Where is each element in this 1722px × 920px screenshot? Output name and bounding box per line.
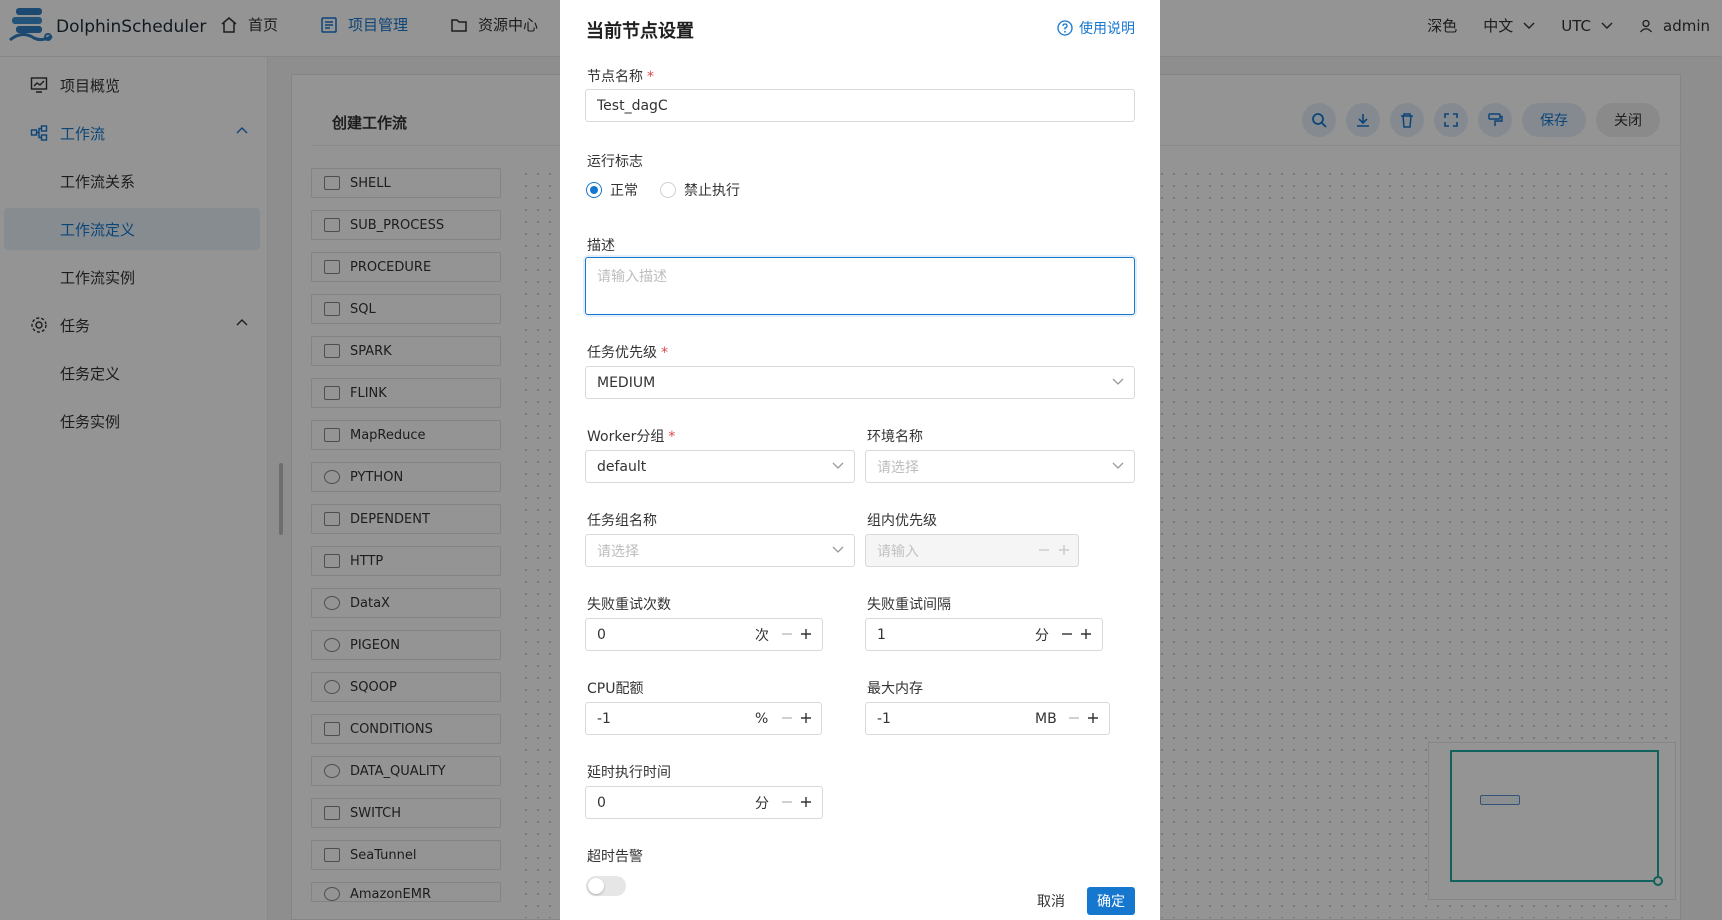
minus-icon[interactable] bbox=[1061, 628, 1073, 640]
delay-time-unit: 分 bbox=[755, 795, 769, 812]
max-memory-value: -1 bbox=[877, 710, 891, 727]
max-memory-label: 最大内存 bbox=[867, 681, 923, 697]
minus-icon[interactable] bbox=[1068, 712, 1080, 724]
question-circle-icon bbox=[1057, 20, 1073, 36]
cancel-button[interactable]: 取消 bbox=[1028, 887, 1074, 915]
run-flag-forbidden-label: 禁止执行 bbox=[684, 183, 740, 199]
group-priority-placeholder: 请输入 bbox=[877, 543, 919, 560]
plus-icon bbox=[1059, 545, 1069, 555]
group-priority-label: 组内优先级 bbox=[867, 513, 937, 529]
priority-label: 任务优先级 * bbox=[587, 345, 668, 361]
help-link-label: 使用说明 bbox=[1079, 21, 1135, 37]
plus-icon[interactable] bbox=[800, 796, 812, 808]
retry-interval-stepper[interactable]: 1 分 bbox=[865, 618, 1103, 651]
delay-time-stepper[interactable]: 0 分 bbox=[585, 786, 823, 819]
worker-group-value: default bbox=[597, 458, 647, 475]
task-group-placeholder: 请选择 bbox=[597, 543, 639, 560]
chevron-down-icon bbox=[832, 462, 844, 469]
node-name-input[interactable]: Test_dagC bbox=[585, 89, 1135, 122]
retry-interval-unit: 分 bbox=[1035, 627, 1049, 644]
run-flag-group: 正常 禁止执行 bbox=[586, 180, 740, 200]
chevron-down-icon bbox=[1112, 378, 1124, 385]
retry-times-value: 0 bbox=[597, 626, 606, 643]
worker-group-select[interactable]: default bbox=[585, 450, 855, 483]
description-textarea[interactable]: 请输入描述 bbox=[585, 257, 1135, 315]
node-name-value: Test_dagC bbox=[597, 97, 668, 114]
env-select[interactable]: 请选择 bbox=[865, 450, 1135, 483]
env-placeholder: 请选择 bbox=[877, 459, 919, 476]
retry-times-unit: 次 bbox=[755, 627, 769, 644]
retry-interval-label: 失败重试间隔 bbox=[867, 597, 951, 613]
minus-icon[interactable] bbox=[781, 712, 793, 724]
plus-icon[interactable] bbox=[800, 628, 812, 640]
env-label: 环境名称 bbox=[867, 429, 923, 445]
priority-select[interactable]: MEDIUM bbox=[585, 366, 1135, 399]
minus-icon bbox=[1039, 549, 1049, 551]
retry-interval-value: 1 bbox=[877, 626, 886, 643]
delay-time-label: 延时执行时间 bbox=[587, 765, 671, 781]
timeout-alarm-label: 超时告警 bbox=[587, 849, 643, 865]
run-flag-normal-radio[interactable] bbox=[586, 182, 602, 198]
priority-value: MEDIUM bbox=[597, 374, 656, 391]
node-settings-drawer: 当前节点设置 使用说明 节点名称 * Test_dagC 运行标志 正常 禁止执行… bbox=[560, 0, 1160, 920]
max-memory-stepper[interactable]: -1 MB bbox=[865, 702, 1110, 735]
node-name-label: 节点名称 * bbox=[587, 69, 654, 85]
task-group-label: 任务组名称 bbox=[587, 513, 657, 529]
plus-icon[interactable] bbox=[1080, 628, 1092, 640]
delay-time-value: 0 bbox=[597, 794, 606, 811]
retry-times-label: 失败重试次数 bbox=[587, 597, 671, 613]
desc-label: 描述 bbox=[587, 238, 615, 254]
minus-icon[interactable] bbox=[781, 796, 793, 808]
run-flag-forbidden-radio[interactable] bbox=[660, 182, 676, 198]
plus-icon[interactable] bbox=[1087, 712, 1099, 724]
minus-icon[interactable] bbox=[781, 628, 793, 640]
cpu-quota-unit: % bbox=[755, 710, 769, 727]
timeout-alarm-switch[interactable] bbox=[586, 876, 626, 896]
chevron-down-icon bbox=[1112, 462, 1124, 469]
cpu-quota-value: -1 bbox=[597, 710, 611, 727]
confirm-button[interactable]: 确定 bbox=[1087, 887, 1135, 915]
retry-times-stepper[interactable]: 0 次 bbox=[585, 618, 823, 651]
group-priority-input: 请输入 bbox=[865, 534, 1079, 567]
cpu-quota-stepper[interactable]: -1 % bbox=[585, 702, 822, 735]
drawer-title: 当前节点设置 bbox=[586, 21, 694, 42]
run-flag-normal-label: 正常 bbox=[610, 183, 638, 199]
chevron-down-icon bbox=[832, 546, 844, 553]
task-group-select[interactable]: 请选择 bbox=[585, 534, 855, 567]
plus-icon[interactable] bbox=[800, 712, 812, 724]
max-memory-unit: MB bbox=[1035, 710, 1057, 727]
run-flag-label: 运行标志 bbox=[587, 154, 643, 170]
cpu-quota-label: CPU配额 bbox=[587, 681, 644, 697]
worker-group-label: Worker分组 * bbox=[587, 429, 676, 445]
help-link[interactable]: 使用说明 bbox=[1057, 18, 1135, 38]
